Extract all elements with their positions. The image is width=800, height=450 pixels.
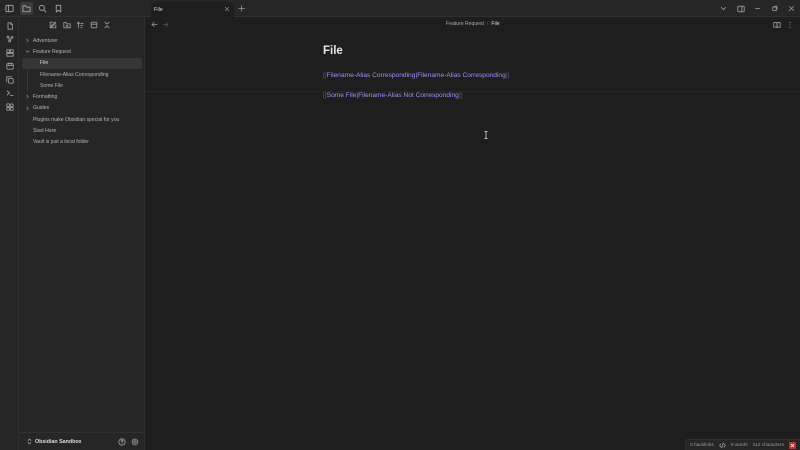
- graph-icon[interactable]: [0, 33, 19, 47]
- tree-label: File: [40, 60, 49, 67]
- link-close-bracket: ]]: [505, 72, 510, 79]
- chevron-down-icon: [25, 50, 30, 53]
- explorer-actions: [48, 20, 113, 31]
- search-icon[interactable]: [36, 2, 49, 15]
- tree-label: Start Here: [33, 128, 57, 135]
- sidebar-toggle-icon[interactable]: [0, 0, 19, 17]
- tree-label: Guides: [33, 105, 50, 112]
- help-icon[interactable]: [117, 437, 126, 446]
- tree-label: Feature Request: [33, 48, 71, 55]
- chevron-down-icon[interactable]: [715, 0, 732, 17]
- file-plugins-make-obsidian-special[interactable]: Plugins make Obsidian special for you: [22, 114, 142, 125]
- file-explorer: Adventurer Feature Request File Filename…: [19, 17, 145, 450]
- title-bar: File: [0, 0, 800, 17]
- word-count: 9 words: [730, 442, 748, 448]
- tree-label: Adventurer: [33, 37, 58, 44]
- close-icon[interactable]: [783, 0, 800, 17]
- chevron-updown-icon: [27, 438, 32, 445]
- breadcrumb: Feature Request / File: [446, 21, 500, 27]
- new-tab-icon[interactable]: [237, 4, 246, 13]
- code-icon[interactable]: [719, 442, 726, 449]
- file-start-here[interactable]: Start Here: [22, 125, 142, 136]
- folder-adventurer[interactable]: Adventurer: [22, 35, 142, 46]
- chevron-right-icon: [26, 106, 29, 111]
- sync-error-icon[interactable]: [789, 441, 796, 449]
- line-divider: [145, 91, 800, 92]
- file-some-file[interactable]: Some File: [22, 80, 142, 91]
- tab-title: File: [154, 6, 163, 13]
- status-bar: 0 backlinks 9 words 112 characters: [685, 439, 800, 450]
- tree-label: Filename-Alias Corresponding: [40, 71, 109, 78]
- breadcrumb-parent[interactable]: Feature Request: [446, 21, 484, 27]
- layout-icon[interactable]: [732, 0, 749, 17]
- settings-gear-icon[interactable]: [130, 437, 139, 446]
- new-note-icon[interactable]: [48, 20, 59, 31]
- chevron-right-icon: [26, 38, 29, 43]
- folder-feature-request[interactable]: Feature Request: [22, 46, 142, 57]
- back-arrow-icon[interactable]: [150, 20, 159, 29]
- sidebar-tabs: [20, 2, 65, 15]
- wikilink-corresponding[interactable]: [[Filename-Alias Corresponding|Filename-…: [323, 72, 683, 82]
- file-file[interactable]: File: [22, 57, 142, 69]
- plugins-icon[interactable]: [0, 100, 19, 114]
- vault-name: Obsidian Sandbox: [35, 438, 82, 445]
- link-close-bracket: ]]: [458, 92, 463, 99]
- file-tree: Adventurer Feature Request File Filename…: [22, 35, 142, 148]
- tree-label: Plugins make Obsidian special for you: [33, 116, 120, 123]
- view-header: Feature Request / File: [145, 17, 800, 32]
- minimize-icon[interactable]: [749, 0, 766, 17]
- text-cursor-icon: [484, 131, 488, 139]
- tab-file[interactable]: File: [151, 2, 234, 17]
- close-all-icon[interactable]: [102, 20, 113, 31]
- link-text[interactable]: Filename-Alias Corresponding|Filename-Al…: [327, 72, 506, 79]
- forward-arrow-icon[interactable]: [161, 20, 170, 29]
- note-content[interactable]: File [[Filename-Alias Corresponding|File…: [323, 45, 683, 112]
- canvas-icon[interactable]: [0, 46, 19, 60]
- tree-label: Some File: [40, 82, 63, 89]
- folder-guides[interactable]: Guides: [22, 103, 142, 114]
- window-controls: [715, 0, 800, 17]
- collapse-icon[interactable]: [89, 20, 100, 31]
- maximize-icon[interactable]: [766, 0, 783, 17]
- copy-icon[interactable]: [0, 73, 19, 87]
- breadcrumb-separator: /: [486, 21, 489, 27]
- folder-formatting[interactable]: Formatting: [22, 91, 142, 102]
- tree-label: Formatting: [33, 94, 58, 101]
- more-options-icon[interactable]: [785, 20, 794, 29]
- vault-bar: Obsidian Sandbox: [19, 432, 145, 450]
- note-title[interactable]: File: [323, 45, 683, 57]
- file-filename-alias-corresponding[interactable]: Filename-Alias Corresponding: [22, 69, 142, 80]
- reading-view-icon[interactable]: [772, 20, 781, 29]
- character-count: 112 characters: [752, 442, 784, 448]
- terminal-icon[interactable]: [0, 87, 19, 101]
- breadcrumb-current[interactable]: File: [491, 21, 499, 27]
- file-icon[interactable]: [0, 19, 19, 33]
- folder-icon[interactable]: [20, 2, 33, 15]
- link-text[interactable]: Some File|Filename-Alias Not Correspondi…: [327, 92, 459, 99]
- view-actions: [772, 20, 794, 29]
- editor-pane: Feature Request / File File [[Filename-Ali…: [145, 17, 800, 450]
- vault-switcher[interactable]: Obsidian Sandbox: [27, 438, 82, 445]
- file-vault-is-local-folder[interactable]: Vault is just a local folder: [22, 137, 142, 148]
- backlinks-count[interactable]: 0 backlinks: [690, 443, 714, 448]
- sort-icon[interactable]: [75, 20, 86, 31]
- wikilink-not-corresponding[interactable]: [[Some File|Filename-Alias Not Correspon…: [323, 92, 683, 102]
- calendar-icon[interactable]: [0, 60, 19, 74]
- ribbon: [0, 17, 19, 450]
- bookmark-icon[interactable]: [52, 2, 65, 15]
- tree-label: Vault is just a local folder: [33, 139, 89, 146]
- vault-actions: [117, 437, 139, 446]
- new-folder-icon[interactable]: [62, 20, 73, 31]
- close-tab-icon[interactable]: [223, 5, 231, 13]
- chevron-right-icon: [26, 95, 29, 99]
